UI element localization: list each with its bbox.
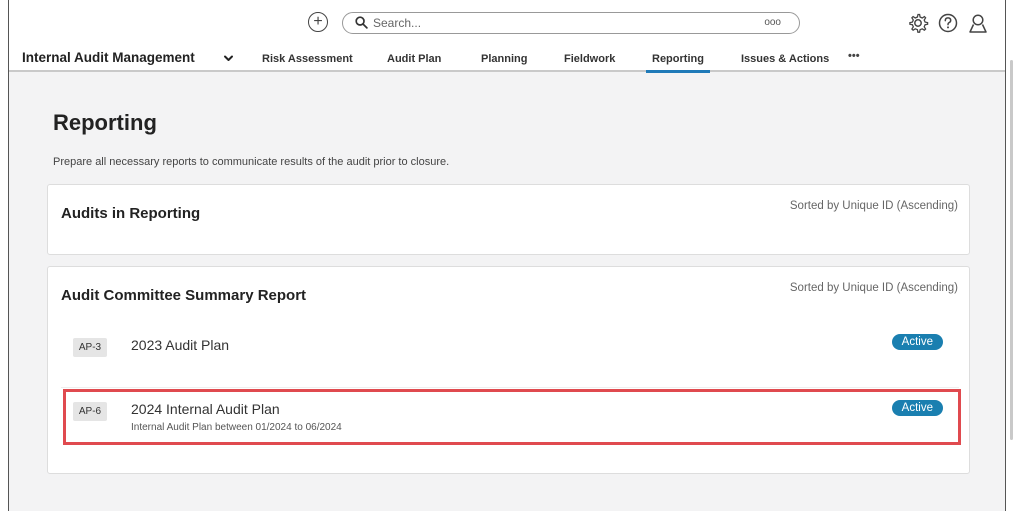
- page-description: Prepare all necessary reports to communi…: [53, 156, 450, 168]
- row-title[interactable]: 2023 Audit Plan: [131, 337, 229, 353]
- search-box[interactable]: ooo: [342, 12, 800, 34]
- unique-id-tag: AP-6: [73, 402, 107, 421]
- audit-committee-summary-card: Audit Committee Summary Report Sorted by…: [47, 266, 970, 474]
- scrollbar-thumb[interactable]: [1010, 60, 1013, 440]
- divider: [61, 387, 959, 388]
- gear-icon[interactable]: [907, 12, 929, 34]
- row-subtitle: Internal Audit Plan between 01/2024 to 0…: [131, 422, 342, 433]
- sort-label[interactable]: Sorted by Unique ID (Ascending): [790, 200, 958, 212]
- plus-circle-icon[interactable]: +: [308, 12, 328, 32]
- row-title[interactable]: 2024 Internal Audit Plan: [131, 401, 280, 417]
- user-icon[interactable]: [967, 12, 989, 34]
- app-frame: + ooo Internal Audit Management: [8, 0, 1006, 511]
- status-badge: Active: [891, 400, 943, 416]
- list-item[interactable]: AP-3 2023 Audit Plan Active: [61, 327, 959, 367]
- tab-reporting[interactable]: Reporting: [646, 53, 710, 73]
- list-item[interactable]: AP-6 2024 Internal Audit Plan Internal A…: [61, 393, 959, 443]
- options-icon[interactable]: ooo: [764, 17, 781, 28]
- search-icon: [355, 16, 368, 29]
- help-icon[interactable]: [937, 12, 959, 34]
- chevron-down-icon[interactable]: [223, 53, 234, 64]
- audits-in-reporting-card: Audits in Reporting Sorted by Unique ID …: [47, 184, 970, 255]
- nav-bar: Internal Audit Management Risk Assessmen…: [9, 46, 1005, 73]
- card-title: Audits in Reporting: [61, 205, 201, 222]
- tab-risk-assessment[interactable]: Risk Assessment: [262, 53, 353, 65]
- more-tabs-icon[interactable]: •••: [848, 50, 860, 62]
- tab-audit-plan[interactable]: Audit Plan: [387, 53, 441, 65]
- search-input[interactable]: [373, 15, 753, 31]
- app-switcher-label[interactable]: Internal Audit Management: [22, 50, 195, 65]
- page-title: Reporting: [53, 110, 157, 135]
- tab-issues-actions[interactable]: Issues & Actions: [741, 53, 829, 65]
- card-title: Audit Committee Summary Report: [61, 287, 307, 304]
- top-bar: + ooo: [9, 0, 1005, 46]
- unique-id-tag: AP-3: [73, 338, 107, 357]
- tab-planning[interactable]: Planning: [481, 53, 527, 65]
- sort-label[interactable]: Sorted by Unique ID (Ascending): [790, 282, 958, 294]
- status-badge: Active: [891, 334, 943, 350]
- tab-fieldwork[interactable]: Fieldwork: [564, 53, 615, 65]
